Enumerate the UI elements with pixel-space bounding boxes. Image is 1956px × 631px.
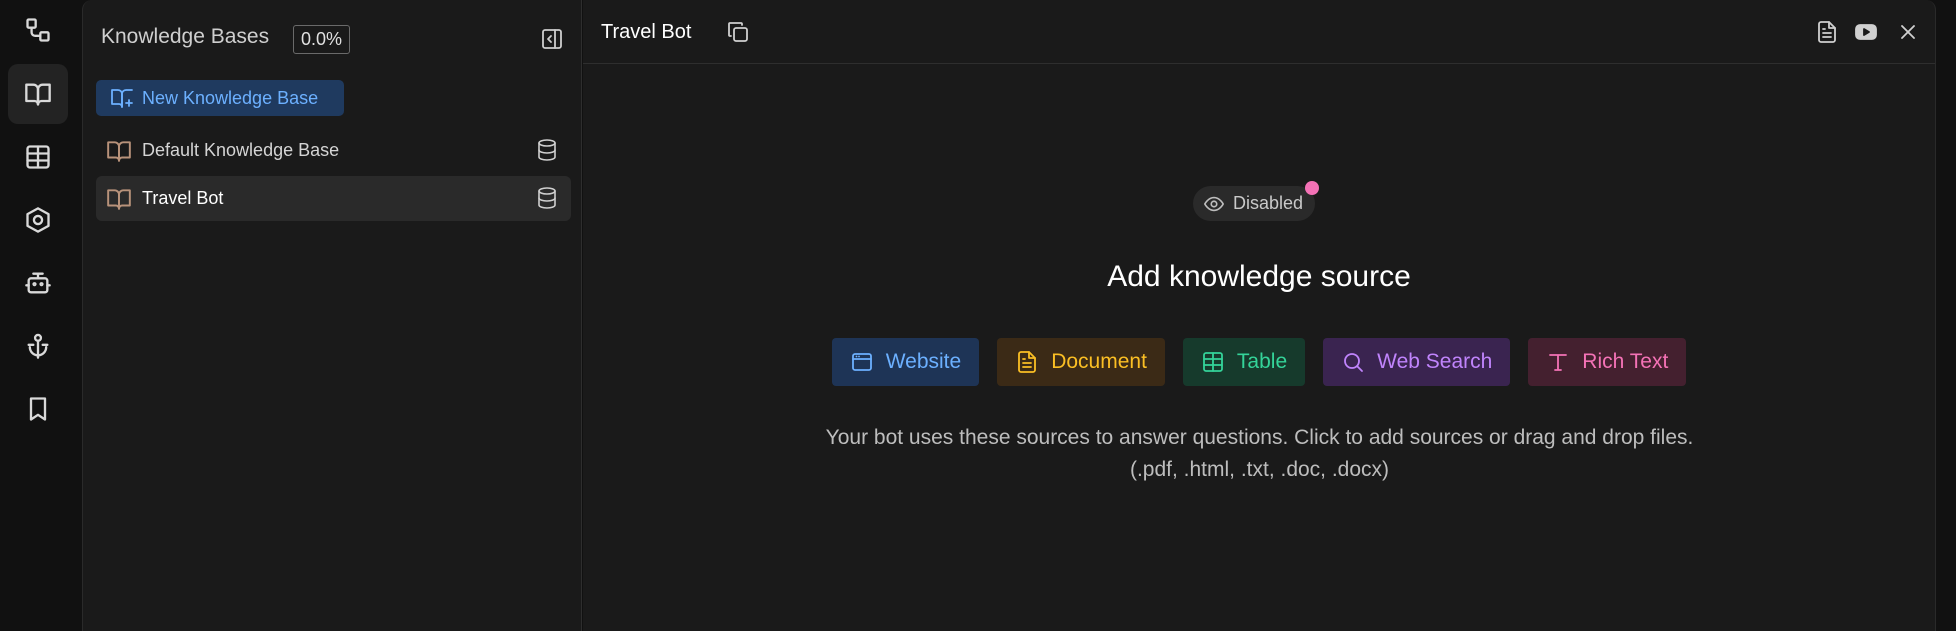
nav-hooks-button[interactable]	[8, 316, 68, 376]
book-plus-icon	[111, 89, 133, 108]
video-tutorial-button[interactable]	[1854, 20, 1880, 46]
book-icon	[25, 83, 51, 106]
hexagon-icon	[26, 207, 50, 233]
add-document-button[interactable]: Document	[997, 338, 1165, 386]
source-buttons: Website Document Table Web Search Rich T…	[583, 338, 1935, 386]
panel-collapse-icon	[542, 29, 562, 49]
database-icon[interactable]	[535, 186, 559, 210]
database-icon[interactable]	[535, 138, 559, 162]
status-indicator-dot	[1305, 181, 1320, 195]
browser-window-icon	[851, 353, 872, 371]
table-icon	[1203, 352, 1223, 372]
nav-integrations-button[interactable]	[8, 190, 68, 250]
usage-badge: 0.0%	[293, 25, 351, 54]
add-web-search-button[interactable]: Web Search	[1323, 338, 1511, 386]
knowledge-bases-panel: Knowledge Bases 0.0% New Knowledge Base …	[82, 0, 582, 631]
file-text-icon	[1818, 21, 1836, 43]
detail-title: Travel Bot	[601, 21, 692, 43]
copy-button[interactable]	[726, 20, 752, 46]
source-label: Rich Text	[1582, 350, 1669, 373]
youtube-icon	[1855, 24, 1877, 40]
new-knowledge-base-button[interactable]: New Knowledge Base	[96, 80, 344, 116]
kb-list-item-selected[interactable]: Travel Bot	[96, 176, 571, 221]
nav-knowledge-button[interactable]	[8, 64, 68, 124]
status-toggle[interactable]: Disabled	[1193, 181, 1320, 221]
add-rich-text-button[interactable]: Rich Text	[1528, 338, 1687, 386]
add-table-button[interactable]: Table	[1182, 338, 1306, 386]
add-website-button[interactable]: Website	[831, 338, 980, 386]
add-source-heading: Add knowledge source	[1107, 260, 1411, 293]
nav-bot-button[interactable]	[8, 253, 68, 313]
close-button[interactable]	[1896, 20, 1922, 46]
source-label: Table	[1236, 350, 1288, 373]
status-label: Disabled	[1233, 193, 1304, 213]
eye-icon	[1204, 196, 1224, 211]
docs-button[interactable]	[1815, 20, 1841, 46]
close-icon	[1901, 25, 1915, 39]
kb-item-label: Default Knowledge Base	[142, 140, 340, 160]
kb-list-item[interactable]: Default Knowledge Base	[96, 128, 571, 173]
copy-icon	[728, 22, 748, 42]
source-label: Document	[1051, 350, 1147, 373]
new-knowledge-base-label: New Knowledge Base	[142, 87, 319, 108]
nav-bookmarks-button[interactable]	[8, 379, 68, 439]
bot-icon	[25, 272, 51, 294]
book-icon	[106, 138, 132, 164]
workflow-icon	[26, 18, 50, 42]
source-label: Web Search	[1377, 350, 1493, 373]
nav-rail	[0, 0, 78, 631]
nav-tables-button[interactable]	[8, 127, 68, 187]
book-icon	[106, 186, 132, 212]
source-label: Website	[885, 350, 962, 373]
app-window: Knowledge Bases 0.0% New Knowledge Base …	[0, 0, 1956, 631]
bookmark-icon	[29, 397, 47, 421]
collapse-panel-button[interactable]	[539, 26, 565, 52]
text-icon	[1549, 354, 1568, 371]
nav-workflow-button[interactable]	[8, 0, 68, 60]
document-icon	[1018, 351, 1037, 373]
panel-title: Knowledge Bases	[101, 25, 270, 48]
kb-item-label: Travel Bot	[142, 188, 224, 208]
search-icon	[1344, 353, 1364, 372]
anchor-icon	[27, 333, 49, 359]
detail-header: Travel Bot	[583, 0, 1935, 64]
knowledge-base-detail: Travel Bot Disabled Add knowledge source	[583, 0, 1936, 631]
help-text: Your bot uses these sources to answer qu…	[825, 426, 1694, 481]
table-icon	[26, 145, 50, 169]
